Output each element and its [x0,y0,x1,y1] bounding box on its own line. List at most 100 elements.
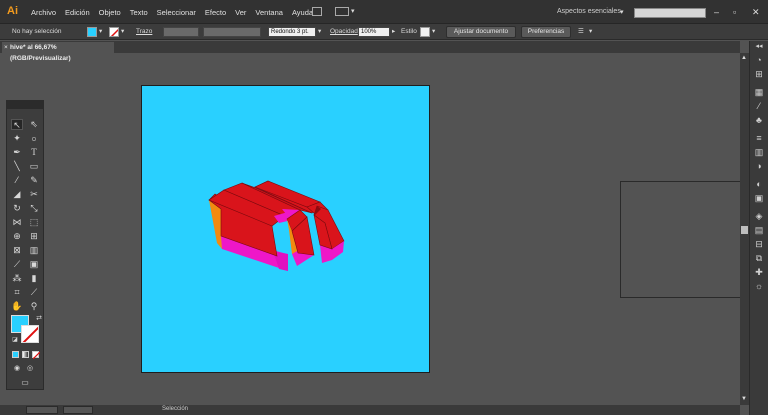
blob-brush-tool-icon[interactable]: ◢ [11,189,23,200]
fill-chevron-icon[interactable]: ▾ [99,27,102,35]
pencil-tool-icon[interactable]: ✎ [28,175,40,186]
zoom-tool-icon[interactable]: ⚲ [28,301,40,312]
search-input[interactable] [634,8,706,18]
vertical-scrollbar[interactable]: ▲ ▼ [740,53,749,405]
style-swatch[interactable] [420,27,430,37]
align-icon[interactable]: ⊟ [753,239,765,250]
eyedropper-tool-icon[interactable]: ⟋ [11,259,23,270]
blend-tool-icon[interactable]: ▣ [28,259,40,270]
rectangle-tool-icon[interactable]: ▭ [28,161,40,172]
scroll-thumb[interactable] [741,226,748,234]
brush-chevron-icon[interactable]: ▾ [318,27,321,35]
menu-item-efecto[interactable]: Efecto [205,8,226,17]
menu-item-archivo[interactable]: Archivo [31,8,56,17]
symbols-icon[interactable]: ♣ [753,115,765,126]
fit-document-button[interactable]: Ajustar documento [446,26,516,38]
stroke-panel-icon[interactable]: ≡ [753,133,765,144]
scale-tool-icon[interactable]: ⤡ [28,203,40,214]
brushes-icon[interactable]: ⁄ [753,101,765,112]
draw-mode-icon[interactable]: ◉ [11,363,23,374]
style-chevron-icon[interactable]: ▾ [432,27,435,35]
gradient-tool-icon[interactable]: ▥ [28,245,40,256]
artboard-tool-icon[interactable]: ⌗ [11,287,23,298]
symbol-sprayer-tool-icon[interactable]: ⁂ [11,273,23,284]
zoom-field[interactable] [26,406,58,414]
lasso-tool-icon[interactable]: ဝ [28,133,40,144]
workspace-chevron-icon[interactable]: ▾ [620,8,624,16]
workspace-switcher[interactable]: Aspectos esenciales [557,8,621,15]
minimize-icon[interactable]: – [714,7,719,17]
menu-item-ventana[interactable]: Ventana [255,8,283,17]
opacity-label[interactable]: Opacidad [330,28,358,35]
transparency-icon[interactable]: ◑ [753,161,765,172]
scroll-up-icon[interactable]: ▲ [741,55,747,61]
none-mode-icon[interactable] [32,351,40,359]
restore-icon[interactable]: ▫ [733,7,736,17]
variable-width-field[interactable] [203,27,261,37]
column-graph-tool-icon[interactable]: ▮ [28,273,40,284]
swap-colors-icon[interactable]: ⇄ [33,313,45,324]
appearance-icon[interactable]: ◐ [753,179,765,190]
color-guide-icon[interactable]: ⊞ [753,69,765,80]
collapse-panels-icon[interactable]: ◂◂ [753,41,765,52]
bridge-icon[interactable] [312,7,322,16]
close-window-icon[interactable]: ✕ [752,7,760,18]
fill-swatch[interactable] [87,27,97,37]
close-tab-icon[interactable]: × [4,42,8,53]
default-colors-icon[interactable]: ◪ [9,335,21,346]
opacity-arrow-icon[interactable]: ▸ [392,27,395,35]
hive-logo-artwork[interactable] [142,86,431,374]
menu-item-texto[interactable]: Texto [130,8,148,17]
stroke-chevron-icon[interactable]: ▾ [121,27,124,35]
transform-icon[interactable]: ✚ [753,267,765,278]
status-tool-label[interactable]: Selección [162,406,188,412]
chevron-down-icon[interactable]: ▾ [351,7,355,15]
selection-tool-icon[interactable]: ↖ [11,119,23,130]
type-tool-icon[interactable]: T [28,147,40,158]
panel-options-icon[interactable]: ☰ [578,27,584,35]
pen-tool-icon[interactable]: ✒ [11,147,23,158]
artboard-nav-field[interactable] [63,406,93,414]
arrange-documents-icon[interactable] [335,7,349,16]
opacity-field[interactable]: 100% [358,27,390,37]
direct-selection-tool-icon[interactable]: ⇖ [28,119,40,130]
stroke-weight-field[interactable] [163,27,199,37]
color-panel-icon[interactable]: ◔ [753,55,765,66]
line-tool-icon[interactable]: ╲ [11,161,23,172]
pathfinder-icon[interactable]: ⧉ [753,253,765,264]
perspective-grid-tool-icon[interactable]: ⊞ [28,231,40,242]
mesh-tool-icon[interactable]: ⊠ [11,245,23,256]
gradient-mode-icon[interactable] [22,351,29,358]
menu-item-edicion[interactable]: Edición [65,8,90,17]
slice-tool-icon[interactable]: ⟋ [28,287,40,298]
menu-item-objeto[interactable]: Objeto [99,8,121,17]
magic-wand-tool-icon[interactable]: ✦ [11,133,23,144]
width-tool-icon[interactable]: ⋈ [11,217,23,228]
shape-builder-tool-icon[interactable]: ⊕ [11,231,23,242]
tab-document[interactable]: × hive* al 66,67% (RGB/Previsualizar) [2,42,114,62]
preferences-button[interactable]: Preferencias [521,26,571,38]
options-chevron-icon[interactable]: ▾ [589,27,592,35]
layers-icon[interactable]: ◈ [753,211,765,222]
hand-tool-icon[interactable]: ✋ [11,301,23,312]
menu-item-seleccionar[interactable]: Seleccionar [157,8,196,17]
scissors-tool-icon[interactable]: ✂ [28,189,40,200]
tools-panel-header[interactable] [7,101,43,109]
paintbrush-tool-icon[interactable]: ⁄ [11,175,23,186]
artboard[interactable] [141,85,430,373]
menu-item-ver[interactable]: Ver [235,8,246,17]
color-mode-icon[interactable] [12,351,19,358]
menu-item-ayuda[interactable]: Ayuda [292,8,313,17]
free-transform-tool-icon[interactable]: ⬚ [28,217,40,228]
artboards-icon[interactable]: ▤ [753,225,765,236]
draw-behind-icon[interactable]: ◎ [24,363,36,374]
rotate-tool-icon[interactable]: ↻ [11,203,23,214]
gradient-panel-icon[interactable]: ▥ [753,147,765,158]
character-icon[interactable]: ☼ [753,281,765,292]
swatches-icon[interactable]: ▦ [753,87,765,98]
stroke-label[interactable]: Trazo [136,28,152,35]
stroke-color-box[interactable] [21,325,39,343]
screen-mode-icon[interactable]: ▭ [19,377,31,388]
stroke-swatch[interactable] [109,27,119,37]
graphic-styles-icon[interactable]: ▣ [753,193,765,204]
